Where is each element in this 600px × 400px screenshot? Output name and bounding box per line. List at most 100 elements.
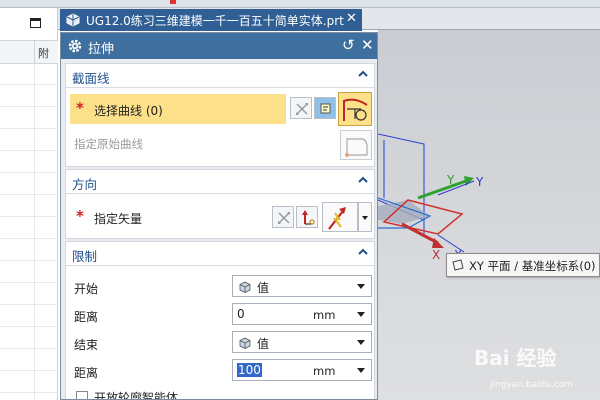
gear-icon[interactable] [67, 38, 83, 54]
list-row[interactable] [0, 172, 58, 173]
start-limit-value: 值 [257, 281, 270, 295]
section-divider [66, 87, 374, 88]
list-row[interactable] [0, 326, 58, 327]
end-limit-value: 值 [257, 337, 270, 351]
chevron-down-icon[interactable] [357, 312, 365, 317]
close-tab-icon[interactable]: ✕ [346, 11, 357, 26]
required-star-icon: * [76, 207, 84, 225]
axis-label-y-blue: Y [476, 175, 484, 189]
list-row[interactable] [0, 84, 58, 85]
section-curve-header[interactable]: 截面线 [66, 64, 374, 88]
vector-icon [302, 210, 315, 225]
navigator-column-line [34, 64, 35, 400]
curve-rule-button[interactable] [338, 92, 372, 126]
cube-icon [239, 337, 251, 349]
required-star-icon: * [76, 99, 84, 117]
navigator-column-header[interactable]: 附 [38, 45, 49, 61]
start-distance-unit: mm [313, 308, 336, 322]
end-distance-input[interactable]: 100 mm [232, 359, 372, 381]
part-navigator-panel: 附 [0, 8, 58, 400]
cross-arrows-icon [296, 103, 308, 115]
list-row[interactable] [0, 150, 58, 151]
distance-label: 距离 [74, 366, 99, 380]
select-curve-row[interactable]: * 选择曲线 (0) [70, 94, 286, 124]
extrude-dialog: 拉伸 ↺ ✕ 截面线 * 选择曲线 (0) 指定原始曲线 方向 * 指定矢量 限… [60, 32, 378, 400]
start-distance-value: 0 [237, 307, 245, 321]
start-limit-select[interactable]: 值 [232, 275, 372, 297]
list-row[interactable] [0, 194, 58, 195]
section-divider [66, 193, 374, 194]
section-curve-group: 截面线 * 选择曲线 (0) 指定原始曲线 [65, 63, 375, 167]
reverse-direction-button[interactable] [272, 206, 294, 228]
chevron-up-icon[interactable] [356, 173, 370, 187]
column-separator [34, 41, 35, 65]
document-tab[interactable]: UG12.0练习三维建模一千一百五十简单实体.prt ✕ [60, 9, 362, 31]
specify-origin-curve-button[interactable] [340, 130, 372, 160]
end-distance-value: 100 [237, 363, 262, 377]
direction-header[interactable]: 方向 [66, 170, 374, 194]
axis-label-x-red: X [432, 248, 441, 262]
maximize-icon[interactable] [30, 18, 41, 28]
end-label: 结束 [74, 338, 99, 352]
chevron-down-icon [357, 340, 365, 345]
limits-group: 限制 开始 值 距离 0 mm 结束 值 距离 100 mm 开放轮廓智能体 [65, 241, 375, 400]
chevron-down-icon [357, 284, 365, 289]
list-row[interactable] [0, 128, 58, 129]
open-profile-label: 开放轮廓智能体 [94, 391, 179, 400]
top-toolbar-strip [0, 0, 600, 8]
specify-origin-curve-label: 指定原始曲线 [74, 137, 143, 151]
sketch-icon [320, 103, 331, 114]
vector-dropdown-arrow[interactable] [358, 202, 372, 232]
start-distance-input[interactable]: 0 mm [232, 303, 372, 325]
chevron-down-icon [362, 216, 368, 220]
list-row[interactable] [0, 106, 58, 107]
chevron-down-icon[interactable] [357, 368, 365, 373]
cube-icon [239, 281, 251, 293]
part-file-icon [66, 13, 80, 27]
section-divider [66, 265, 374, 266]
origin-curve-icon [345, 138, 368, 157]
navigator-header: 附 [0, 40, 58, 65]
list-row[interactable] [0, 260, 58, 261]
list-row[interactable] [0, 304, 58, 305]
start-label: 开始 [74, 282, 99, 296]
open-profile-checkbox[interactable] [76, 391, 88, 399]
section-curve-title: 截面线 [72, 71, 110, 86]
deselect-button[interactable] [290, 97, 312, 119]
graphics-viewport[interactable]: Y Y X X [378, 30, 600, 400]
list-row[interactable] [0, 238, 58, 239]
chevron-up-icon[interactable] [356, 67, 370, 81]
distance-label: 距离 [74, 310, 99, 324]
list-row[interactable] [0, 392, 58, 393]
inferred-vector-dropdown[interactable] [322, 202, 358, 232]
chevron-up-icon[interactable] [356, 245, 370, 259]
select-curve-label: 选择曲线 (0) [94, 104, 163, 118]
vector-dialog-button[interactable] [296, 206, 318, 228]
list-row[interactable] [0, 370, 58, 371]
end-distance-unit: mm [313, 364, 336, 378]
specify-vector-label: 指定矢量 [94, 212, 143, 226]
axis-label-y-green: Y [447, 173, 455, 187]
selection-tooltip: XY 平面 / 基准坐标系(0) [446, 253, 600, 277]
list-row[interactable] [0, 348, 58, 349]
direction-title: 方向 [72, 177, 98, 192]
inferred-vector-icon [328, 207, 346, 230]
direction-group: 方向 * 指定矢量 [65, 169, 375, 239]
tooltip-text: XY 平面 / 基准坐标系(0) [469, 259, 596, 273]
end-limit-select[interactable]: 值 [232, 331, 372, 353]
cross-arrows-icon [278, 212, 290, 224]
datum-plane-icon [452, 259, 464, 271]
close-icon[interactable]: ✕ [361, 36, 375, 54]
toolbar-red-mark [170, 0, 176, 4]
document-tab-title: UG12.0练习三维建模一千一百五十简单实体.prt [86, 14, 344, 28]
list-row[interactable] [0, 282, 58, 283]
limits-header[interactable]: 限制 [66, 242, 374, 266]
list-row[interactable] [0, 216, 58, 217]
dialog-titlebar[interactable]: 拉伸 ↺ ✕ [61, 33, 377, 59]
reset-icon[interactable]: ↺ [342, 36, 358, 54]
curve-rule-icon [343, 98, 368, 121]
datum-csys-graphic [378, 133, 475, 253]
limits-title: 限制 [72, 249, 98, 264]
dialog-title: 拉伸 [88, 42, 115, 57]
sketch-section-button[interactable] [314, 97, 336, 119]
